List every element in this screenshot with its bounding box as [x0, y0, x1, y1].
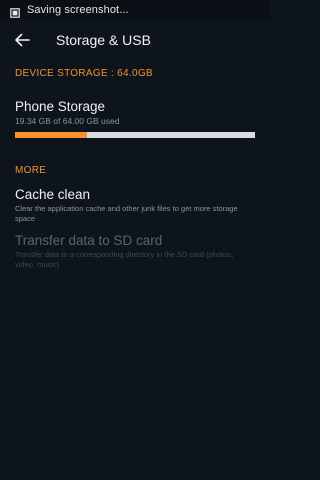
status-bar: Saving screenshot... — [0, 0, 270, 20]
more-header: MORE — [15, 165, 47, 176]
arrow-left-icon — [15, 33, 30, 47]
storage-progress-bar — [15, 132, 255, 138]
phone-storage-summary: 19.34 GB of 64.00 GB used — [15, 116, 120, 126]
phone-storage-title: Phone Storage — [15, 99, 106, 114]
storage-progress-fill — [15, 132, 88, 138]
screenshot-notification-icon — [10, 5, 20, 18]
transfer-sd-description: Transfer data to a corresponding directo… — [15, 250, 234, 269]
status-bar-text: Saving screenshot... — [27, 4, 129, 16]
phone-storage-item[interactable]: Phone Storage 19.34 GB of 64.00 GB used — [15, 99, 255, 126]
back-button[interactable] — [4, 22, 40, 58]
transfer-sd-item[interactable]: Transfer data to SD card Transfer data t… — [15, 233, 255, 270]
app-bar: Storage & USB — [0, 20, 270, 60]
device-storage-header: DEVICE STORAGE : 64.0GB — [15, 68, 153, 79]
transfer-sd-title: Transfer data to SD card — [15, 233, 163, 248]
cache-clean-description: Clear the application cache and other ju… — [15, 204, 238, 223]
cache-clean-title: Cache clean — [15, 187, 91, 202]
page-title: Storage & USB — [56, 32, 151, 48]
cache-clean-item[interactable]: Cache clean Clear the application cache … — [15, 187, 255, 224]
